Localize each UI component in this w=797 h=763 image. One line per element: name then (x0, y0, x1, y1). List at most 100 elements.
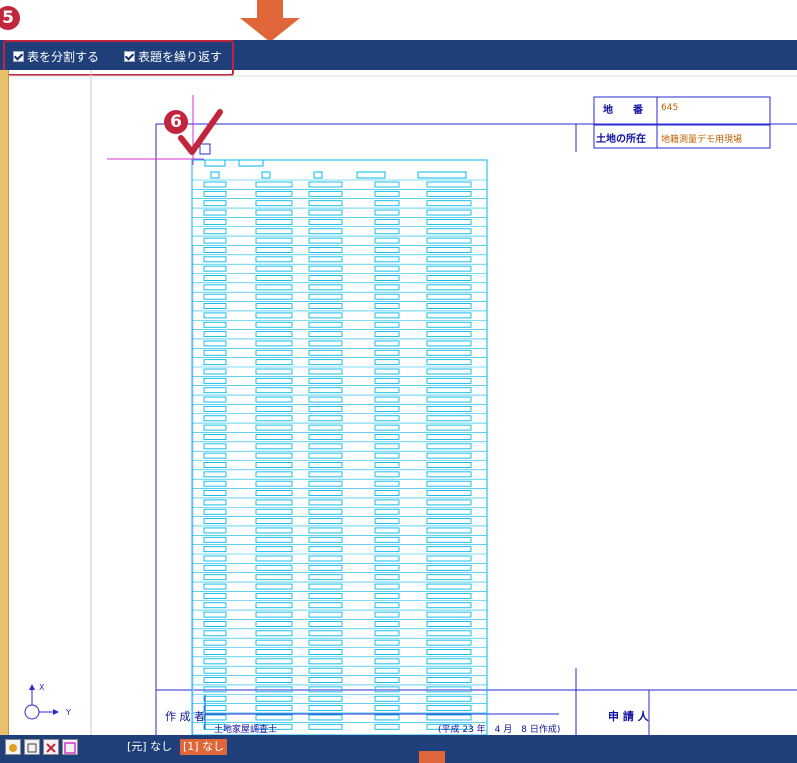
table-cell (374, 190, 400, 197)
table-cell (203, 695, 227, 702)
table-cell (426, 443, 472, 450)
table-cell (255, 630, 293, 637)
table-cell (203, 415, 227, 422)
table-cell (203, 677, 227, 683)
table-cell (426, 265, 472, 272)
table-cell (374, 312, 400, 319)
table-cell (308, 265, 343, 272)
table-cell (255, 293, 293, 300)
table-cell (203, 275, 227, 281)
table-cell (203, 611, 227, 618)
table-rows (192, 179, 487, 730)
table-cell (308, 546, 343, 553)
table-cell (308, 462, 343, 468)
table-cell (255, 377, 293, 384)
bottom-arrow-indicator (419, 751, 445, 763)
table-cell (203, 321, 227, 328)
table-cell (374, 246, 400, 253)
table-cell (426, 630, 472, 637)
table-cell (255, 218, 293, 225)
location-value: 地籍測量デモ用現場 (661, 135, 743, 145)
table-cell (255, 237, 293, 244)
table-cell (426, 452, 472, 459)
layer-label[interactable]: [1] なし (180, 739, 228, 755)
table-cell (426, 583, 472, 590)
table-cell (203, 368, 227, 375)
table-cell (374, 677, 400, 683)
table-cell (203, 621, 227, 627)
table-cell (308, 480, 343, 487)
table-cell (203, 293, 227, 300)
table-cell (374, 508, 400, 515)
table-cell (255, 209, 293, 216)
source-label[interactable]: [元] なし (124, 739, 175, 755)
table-cell (426, 387, 472, 394)
table-cell (374, 471, 400, 478)
table-cell (255, 228, 293, 235)
table-cell (374, 658, 400, 665)
table-cell (255, 499, 293, 506)
table-cell (255, 284, 293, 291)
table-cell (255, 471, 293, 478)
table-cell (255, 677, 293, 683)
table-cell (426, 592, 472, 599)
table-cell (426, 677, 472, 683)
table-cell (203, 658, 227, 665)
table-cell (426, 518, 472, 525)
table-cell (308, 443, 343, 450)
table-cell (255, 434, 293, 440)
table-cell (203, 536, 227, 543)
table-cell (374, 723, 400, 730)
table-cell (255, 583, 293, 590)
table-cell (374, 452, 400, 459)
table-cell (203, 452, 227, 459)
table-cell (203, 508, 227, 515)
table-cell (426, 228, 472, 235)
table-cell (308, 312, 343, 319)
table-cell (255, 555, 293, 562)
table-cell (426, 209, 472, 216)
table-cell (308, 293, 343, 300)
table-cell (255, 658, 293, 665)
table-cell (255, 611, 293, 618)
table-cell (426, 349, 472, 356)
table-cell (308, 377, 343, 384)
delete-icon[interactable] (43, 739, 59, 755)
table-cell (426, 359, 472, 366)
table-cell (203, 555, 227, 562)
table-cell (374, 574, 400, 581)
table-cell (255, 415, 293, 422)
table-cell (374, 275, 400, 281)
table-cell (203, 490, 227, 496)
table-cell (374, 611, 400, 618)
copy-icon[interactable] (24, 739, 40, 755)
table-cell (308, 564, 343, 571)
table-cell (426, 396, 472, 403)
table-cell (255, 181, 293, 188)
table-cell (203, 265, 227, 272)
save-icon[interactable] (62, 739, 78, 755)
table-cell (374, 387, 400, 394)
drawing-canvas[interactable] (9, 70, 797, 735)
table-cell (426, 471, 472, 478)
table-cell (308, 536, 343, 543)
table-cell (255, 518, 293, 525)
table-cell (426, 246, 472, 253)
table-cell (374, 714, 400, 721)
step-badge-5: 5 (0, 6, 20, 30)
table-cell (426, 480, 472, 487)
table-cell (255, 359, 293, 366)
table-cell (308, 611, 343, 618)
table-cell (426, 200, 472, 207)
table-cell (426, 546, 472, 553)
table-cell (255, 321, 293, 328)
table-cell (308, 200, 343, 207)
table-cell (308, 321, 343, 328)
table-cell (203, 200, 227, 207)
table-cell (255, 331, 293, 338)
table-cell (308, 630, 343, 637)
table-cell (374, 555, 400, 562)
open-icon[interactable] (5, 739, 21, 755)
table-cell (203, 527, 227, 534)
table-cell (426, 331, 472, 338)
